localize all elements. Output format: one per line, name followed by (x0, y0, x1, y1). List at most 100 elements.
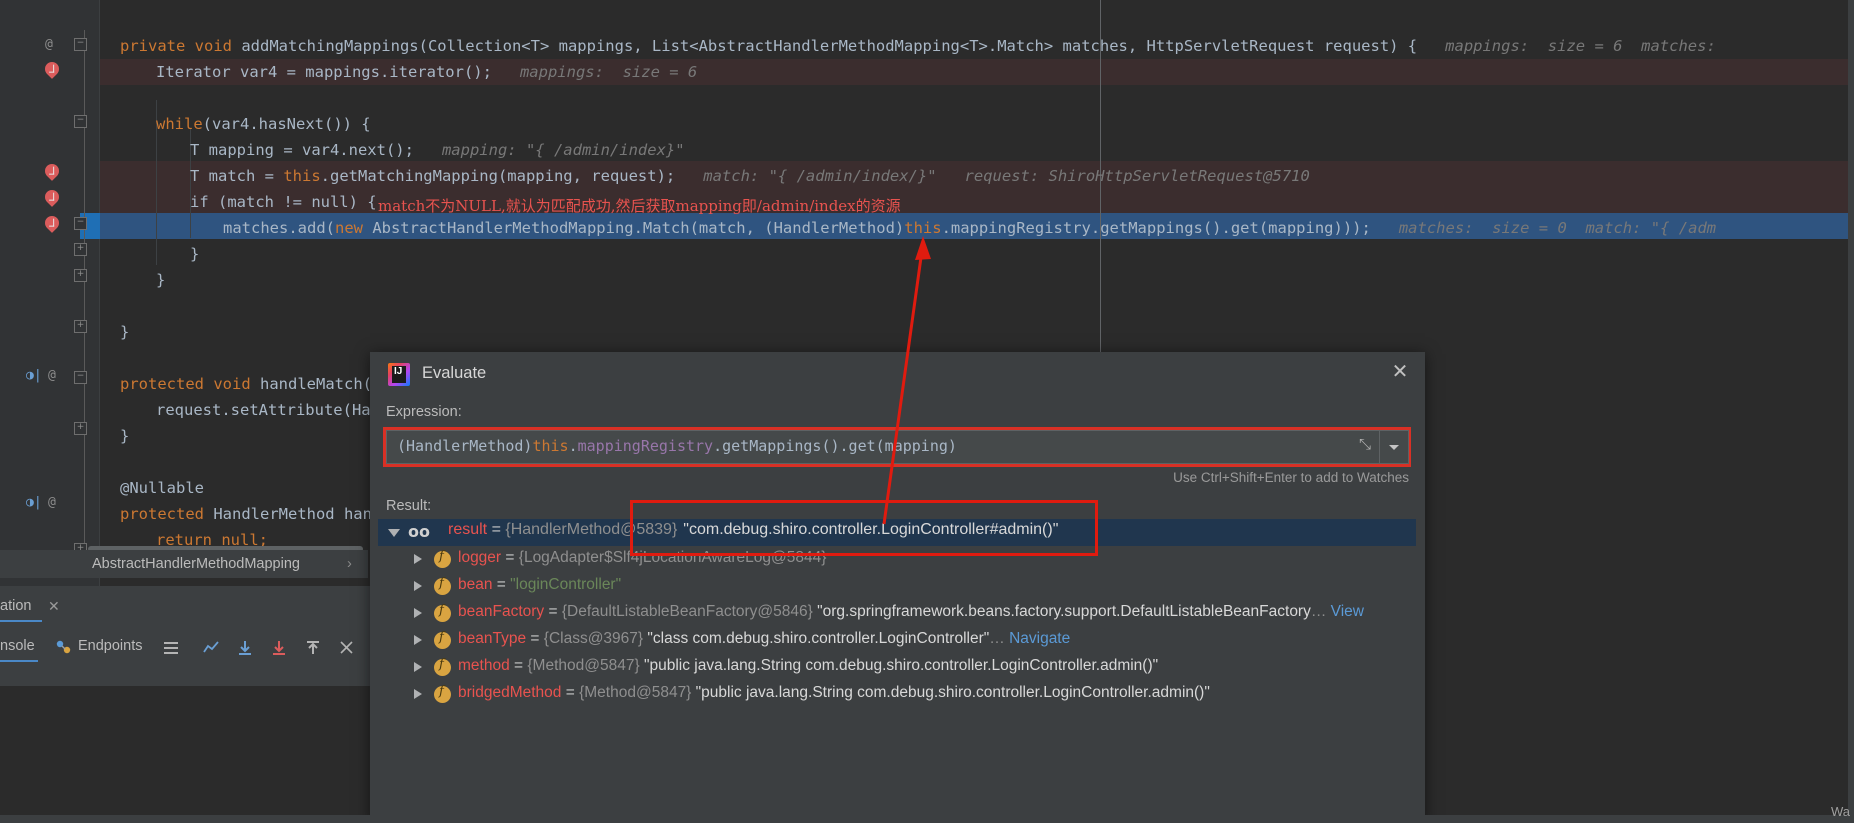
field-eq: = (492, 576, 511, 593)
import-down-icon[interactable] (236, 639, 254, 657)
expr-part-this: this (532, 437, 569, 455)
code-token: .mappingRegistry.getMappings().get(mappi… (941, 219, 1371, 237)
code-token: private (120, 37, 195, 55)
expand-triangle-icon[interactable] (388, 529, 400, 537)
tree-row-text: bridgedMethod = {Method@5847} "public ja… (458, 684, 1210, 702)
editor-gutter[interactable] (0, 0, 100, 680)
code-token: protected (120, 505, 214, 523)
code-line: matches.add(new AbstractHandlerMethodMap… (100, 215, 1854, 241)
tree-row[interactable]: beanFactory = {DefaultListableBeanFactor… (378, 600, 1416, 627)
result-eq: = (487, 521, 506, 538)
expr-part-calls: .getMappings().get(mapping) (713, 437, 957, 455)
chart-icon[interactable] (202, 639, 220, 657)
expand-triangle-icon[interactable] (414, 608, 422, 618)
fold-marker[interactable]: + (74, 320, 87, 333)
field-eq: = (509, 657, 528, 674)
tree-row[interactable]: logger = {LogAdapter$Slf4jLocationAwareL… (378, 546, 1416, 573)
implementation-gutter-icon[interactable]: ◑| (26, 495, 42, 510)
fold-marker[interactable]: + (74, 269, 87, 282)
field-icon (434, 549, 451, 568)
code-token: this (904, 219, 942, 237)
code-token: Iterator var4 = mappings.iterator(); (156, 63, 492, 81)
status-bar-strip (0, 815, 1854, 823)
expand-triangle-icon[interactable] (414, 554, 422, 564)
field-name: logger (458, 549, 502, 566)
field-icon (434, 630, 451, 649)
expand-triangle-icon[interactable] (414, 662, 422, 672)
branch-icon[interactable] (338, 639, 356, 657)
code-token: (HandlerMethod) (764, 219, 905, 237)
field-action-link[interactable]: View (1331, 603, 1364, 620)
tab-console[interactable]: nsole (0, 638, 35, 654)
code-line: if (match != null) { (100, 189, 1854, 215)
tree-row[interactable]: bridgedMethod = {Method@5847} "public ja… (378, 681, 1416, 708)
fold-marker[interactable]: − (74, 217, 87, 230)
field-name: bean (458, 576, 493, 593)
expr-part-field: mappingRegistry (577, 437, 714, 455)
breadcrumb-chevron-icon: › (347, 556, 352, 572)
code-token: mapping: "{ /admin/index}" (413, 141, 685, 159)
code-token: handleMatch(T (260, 375, 382, 393)
expand-triangle-icon[interactable] (414, 689, 422, 699)
code-token: this (283, 167, 321, 185)
code-token: } (156, 271, 166, 289)
code-token: mappings: size = 6 matches: (1417, 37, 1716, 55)
expand-triangle-icon[interactable] (414, 581, 422, 591)
result-row[interactable]: oo result = {HandlerMethod@5839} "com.deb… (378, 519, 1416, 546)
annotation-gutter-icon[interactable]: @ (48, 495, 56, 510)
code-token: mappings: size = 6 (491, 63, 698, 81)
export-up-icon[interactable] (304, 639, 322, 657)
code-token: request.setAttribute(Hand (156, 401, 390, 419)
field-action-link[interactable]: Navigate (1009, 630, 1070, 647)
code-token: } (190, 245, 200, 263)
annotation-gutter-icon[interactable]: @ (48, 368, 56, 383)
expand-editor-icon[interactable]: ⤡ (1359, 436, 1377, 454)
code-line: } (100, 267, 1854, 293)
code-token: T match = (190, 167, 284, 185)
field-icon (434, 657, 451, 676)
tree-row-text: bean = "loginController" (458, 576, 621, 594)
tree-row[interactable]: method = {Method@5847} "public java.lang… (378, 654, 1416, 681)
code-token: match: "{ /admin/index/}" request: Shiro… (675, 167, 1310, 185)
breadcrumb[interactable]: AbstractHandlerMethodMapping › (0, 550, 368, 578)
breadcrumb-class[interactable]: AbstractHandlerMethodMapping (92, 550, 300, 578)
code-token: matches: size = 0 match: "{ /adm (1370, 219, 1717, 237)
implementation-gutter-icon[interactable]: ◑| (26, 368, 42, 383)
tree-row[interactable]: bean = "loginController" (378, 573, 1416, 600)
expand-triangle-icon[interactable] (414, 635, 422, 645)
code-token: void (213, 375, 260, 393)
tree-row-text: beanFactory = {DefaultListableBeanFactor… (458, 603, 1364, 621)
export-down-red-icon[interactable] (270, 639, 288, 657)
fold-marker[interactable]: + (74, 243, 87, 256)
code-line: } (100, 319, 1854, 345)
tab-active-underline (0, 620, 42, 622)
status-warning-text: Wa (1830, 804, 1850, 819)
annotation-gutter-icon[interactable]: @ (45, 37, 53, 52)
bottom-tool-window[interactable]: ation ✕ nsole Endpoints (0, 586, 380, 686)
tree-row[interactable]: beanType = {Class@3967} "class com.debug… (378, 627, 1416, 654)
code-token: (Collection<T> mappings, List<AbstractHa… (418, 37, 1418, 55)
code-token: protected (120, 375, 214, 393)
evaluate-dialog[interactable]: IJ Evaluate ✕ Expression: (HandlerMethod… (370, 352, 1425, 823)
endpoints-icon (55, 638, 73, 656)
tree-row-text: method = {Method@5847} "public java.lang… (458, 657, 1158, 675)
field-eq: = (561, 684, 580, 701)
expression-label: Expression: (386, 404, 462, 420)
field-value: "loginController" (510, 576, 622, 593)
fold-marker[interactable]: + (74, 422, 87, 435)
list-icon[interactable] (162, 639, 180, 657)
fold-marker[interactable]: − (74, 115, 87, 128)
code-line: T match = this.getMatchingMapping(mappin… (100, 163, 1854, 189)
tab-endpoints[interactable]: Endpoints (78, 638, 143, 654)
expression-history-dropdown[interactable] (1379, 430, 1409, 464)
code-line: } (100, 241, 1854, 267)
close-icon[interactable]: ✕ (1389, 362, 1411, 384)
tab-close-icon[interactable]: ✕ (48, 598, 60, 615)
expression-input[interactable]: (HandlerMethod)this.mappingRegistry.getM… (386, 430, 1408, 464)
code-token: AbstractHandlerMethodMapping.Match(match… (372, 219, 765, 237)
code-token: HandlerMethod handl (213, 505, 391, 523)
tab-evaluation[interactable]: ation (0, 598, 31, 614)
fold-marker[interactable]: − (74, 38, 87, 51)
fold-marker[interactable]: − (74, 371, 87, 384)
